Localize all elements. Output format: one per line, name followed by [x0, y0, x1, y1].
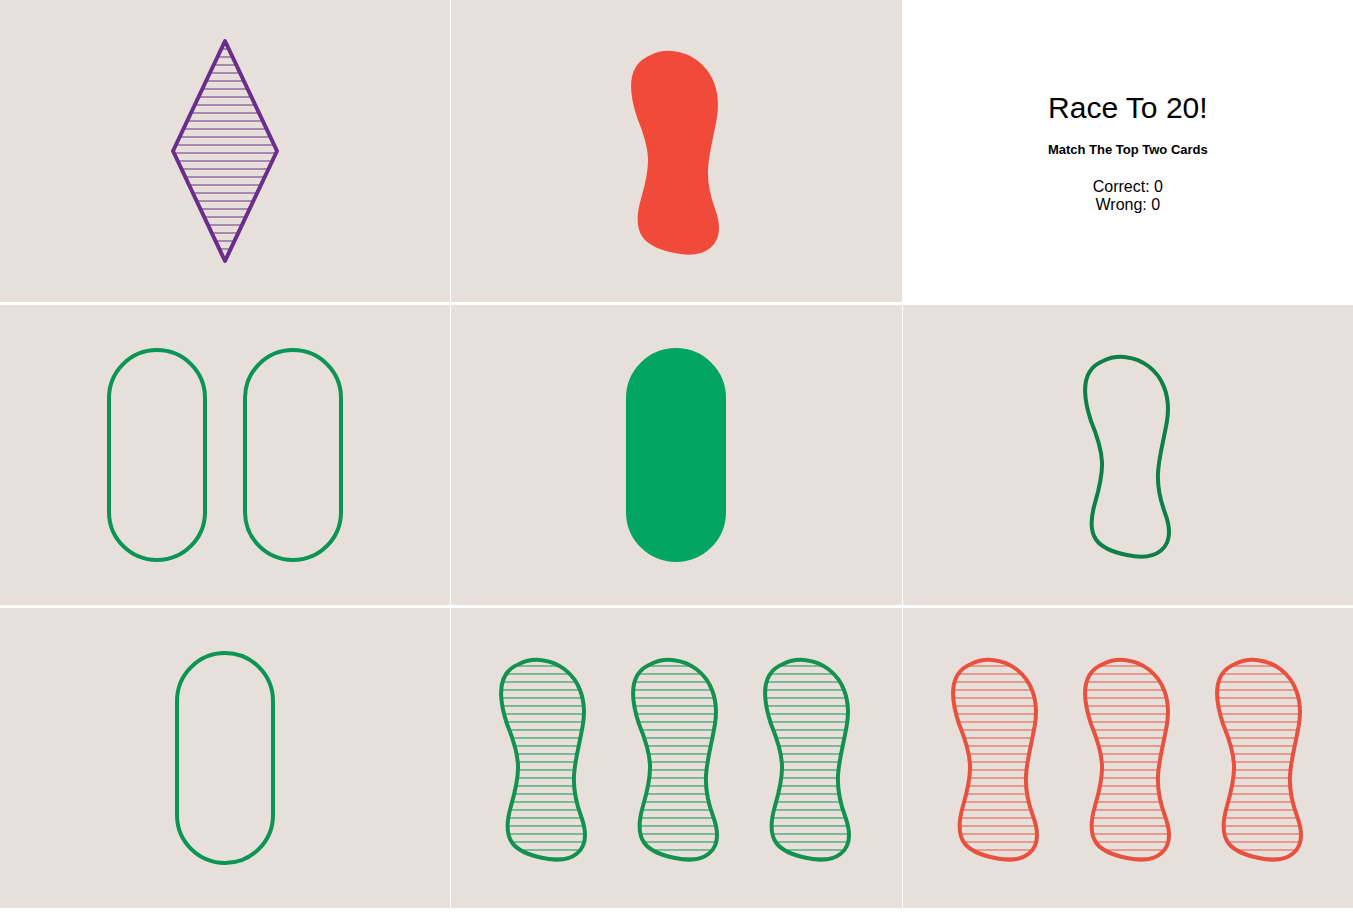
page: Race To 20! Match The Top Two Cards Correc…: [0, 0, 1353, 916]
diamond-icon: [169, 37, 281, 265]
squiggle-icon: [627, 47, 725, 255]
card[interactable]: [0, 305, 450, 605]
card[interactable]: [451, 608, 901, 908]
squiggle-icon: [627, 654, 725, 862]
squiggle-icon: [1211, 654, 1309, 862]
squiggle-icon: [1079, 654, 1177, 862]
oval-icon: [242, 347, 344, 563]
oval-icon: [106, 347, 208, 563]
wrong-count: Wrong: 0: [1096, 196, 1161, 214]
card-grid: Race To 20! Match The Top Two Cards Correc…: [0, 0, 1353, 908]
oval-icon: [625, 347, 727, 563]
card[interactable]: [451, 305, 901, 605]
card[interactable]: [0, 608, 450, 908]
card[interactable]: [451, 0, 901, 302]
squiggle-icon: [759, 654, 857, 862]
oval-icon: [174, 650, 276, 866]
squiggle-icon: [1079, 351, 1177, 559]
squiggle-icon: [495, 654, 593, 862]
score-panel: Race To 20! Match The Top Two Cards Correc…: [903, 0, 1353, 302]
squiggle-icon: [947, 654, 1045, 862]
card[interactable]: [903, 608, 1353, 908]
title: Race To 20!: [1048, 89, 1208, 127]
card[interactable]: [0, 0, 450, 302]
card[interactable]: [903, 305, 1353, 605]
correct-count: Correct: 0: [1093, 178, 1163, 196]
subtitle: Match The Top Two Cards: [1048, 140, 1208, 160]
